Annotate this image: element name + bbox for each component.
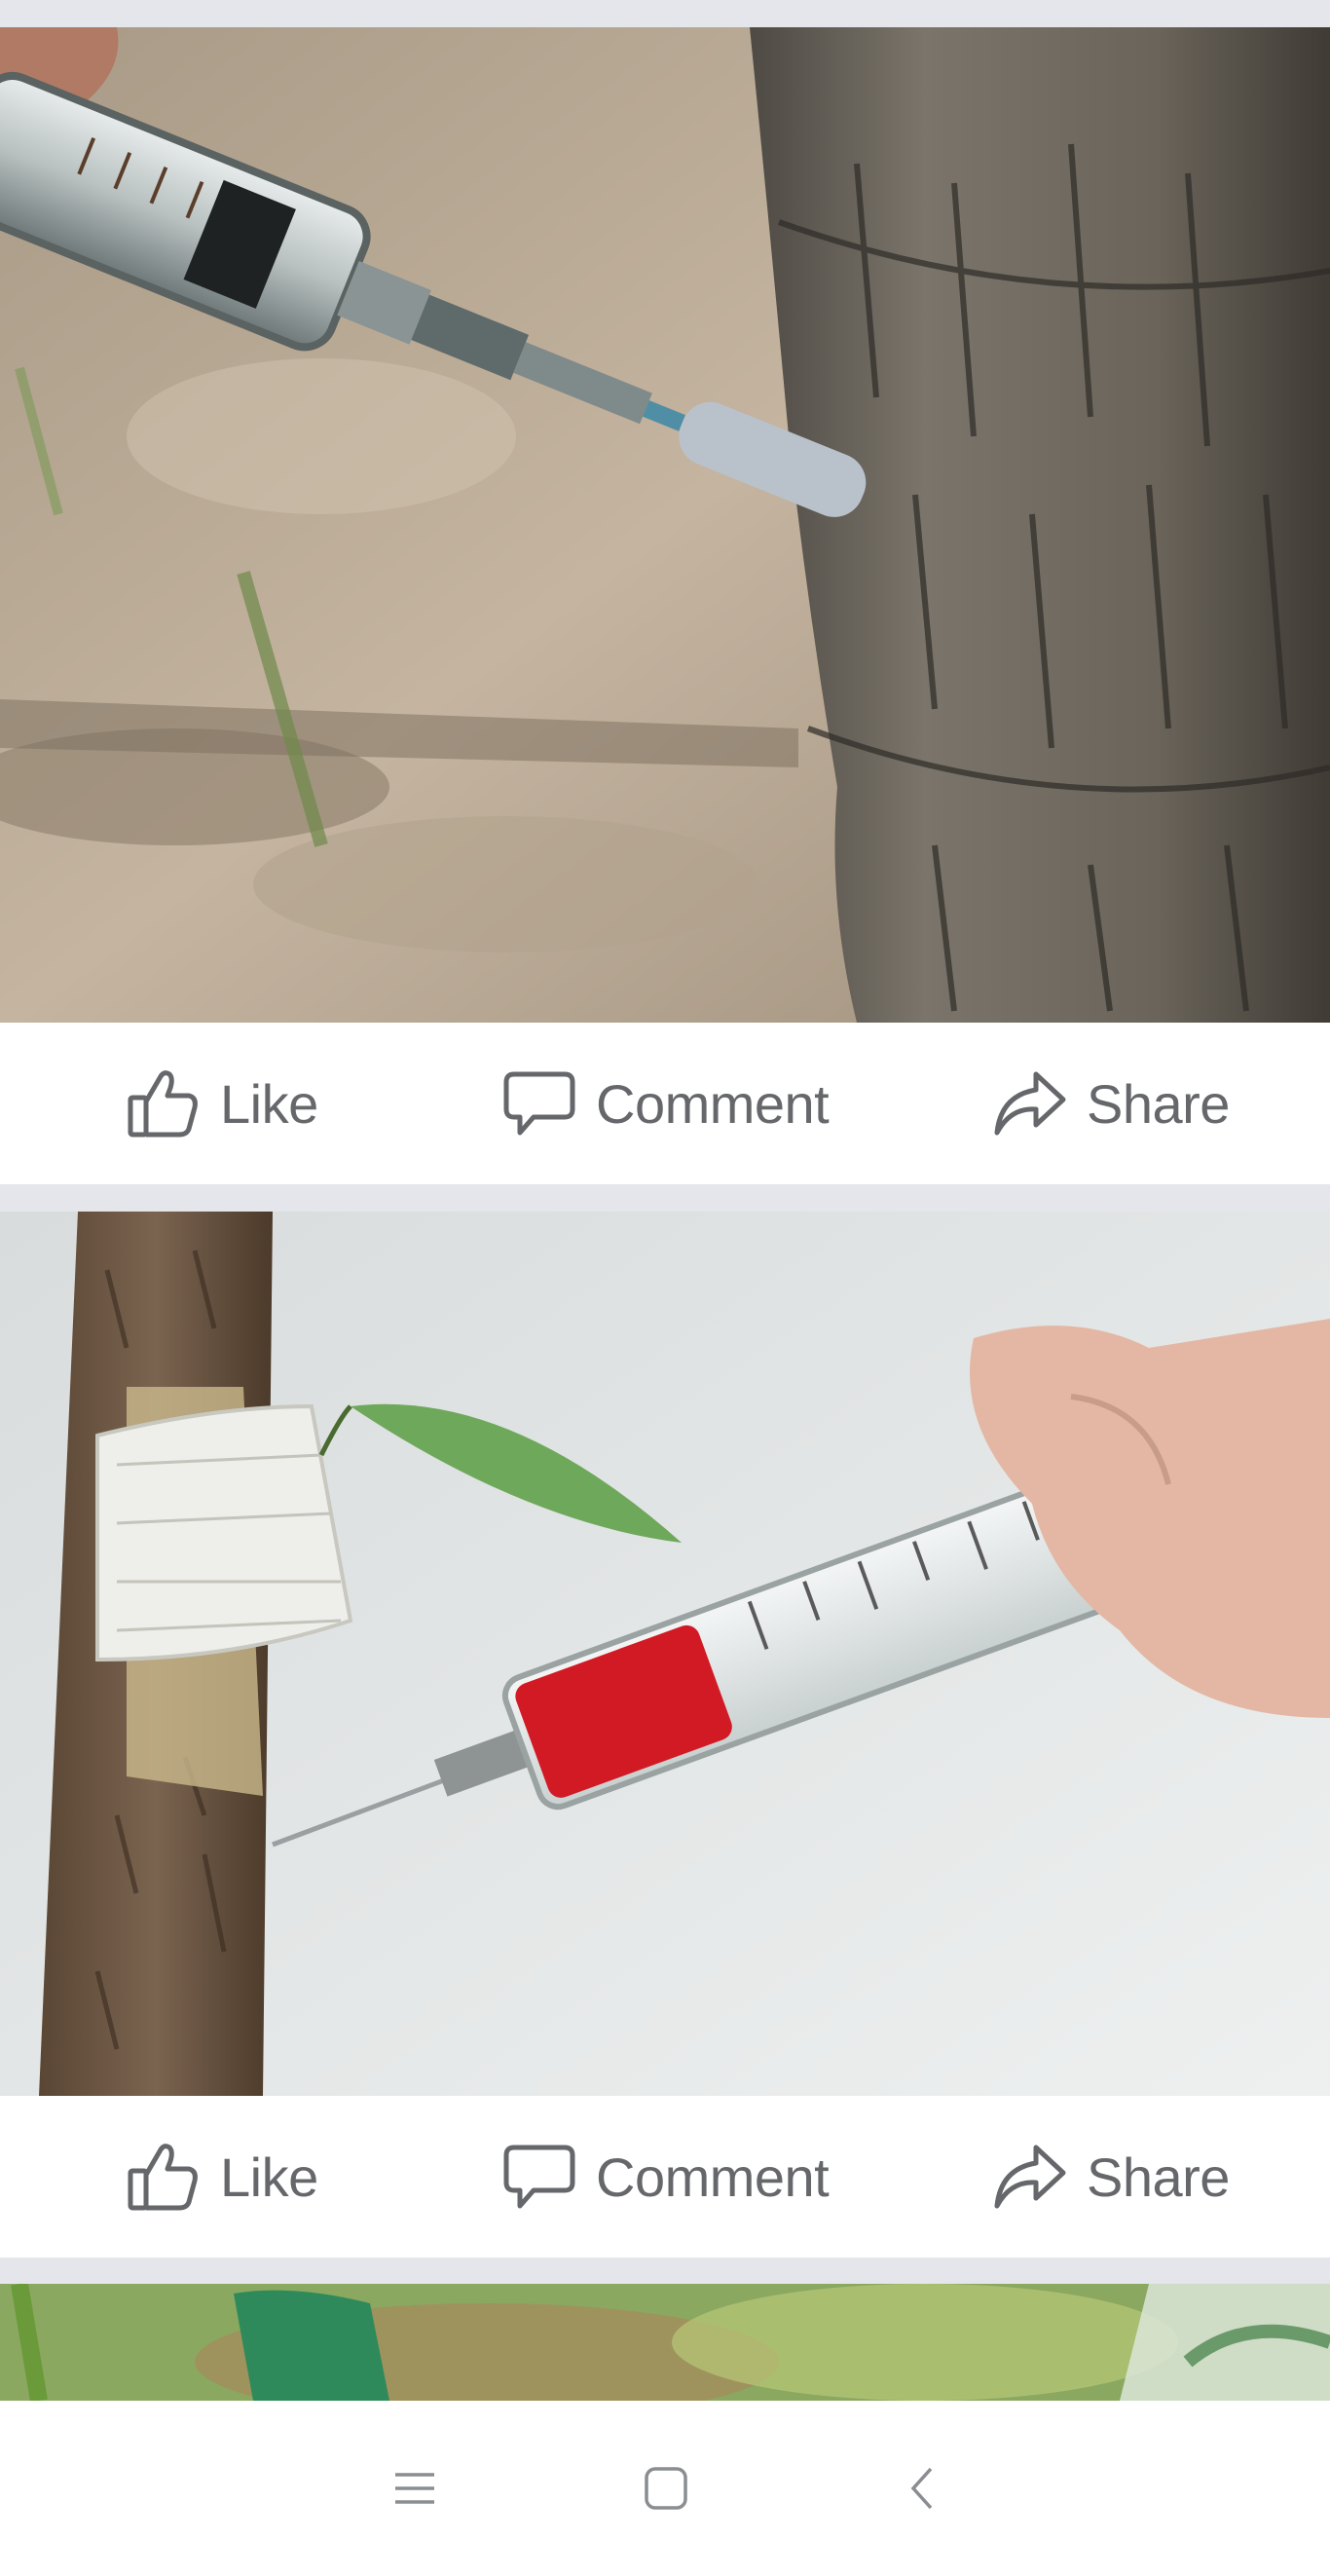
thumbs-up-icon <box>128 2144 198 2211</box>
menu-icon <box>395 2473 434 2504</box>
post-image-3[interactable] <box>0 2284 1330 2401</box>
comment-icon <box>503 1071 575 1136</box>
comment-button[interactable]: Comment <box>500 2096 830 2258</box>
like-button[interactable]: Like <box>125 1023 318 1184</box>
share-icon <box>994 2145 1066 2209</box>
share-button[interactable]: Share <box>991 1023 1230 1184</box>
comment-icon <box>503 2145 575 2209</box>
top-separator <box>0 0 1330 27</box>
share-icon <box>994 1071 1066 1136</box>
system-navigation-bar <box>0 2401 1330 2576</box>
post-actions-1: Like Comment Share <box>0 1023 1330 1184</box>
share-button[interactable]: Share <box>991 2096 1230 2258</box>
comment-label: Comment <box>596 1072 830 1135</box>
home-button[interactable] <box>627 2449 705 2527</box>
like-label: Like <box>220 1072 318 1135</box>
thumbs-up-icon <box>128 1070 198 1138</box>
comment-label: Comment <box>596 2146 830 2208</box>
post-actions-2: Like Comment Share <box>0 2096 1330 2258</box>
like-label: Like <box>220 2146 318 2208</box>
home-icon <box>645 2467 687 2510</box>
post-image-1[interactable] <box>0 27 1330 1023</box>
back-button[interactable] <box>884 2449 962 2527</box>
menu-button[interactable] <box>376 2449 454 2527</box>
like-button[interactable]: Like <box>125 2096 318 2258</box>
share-label: Share <box>1087 2146 1230 2208</box>
comment-button[interactable]: Comment <box>500 1023 830 1184</box>
share-label: Share <box>1087 1072 1230 1135</box>
back-icon <box>910 2467 933 2510</box>
post-image-2[interactable] <box>0 1212 1330 2096</box>
